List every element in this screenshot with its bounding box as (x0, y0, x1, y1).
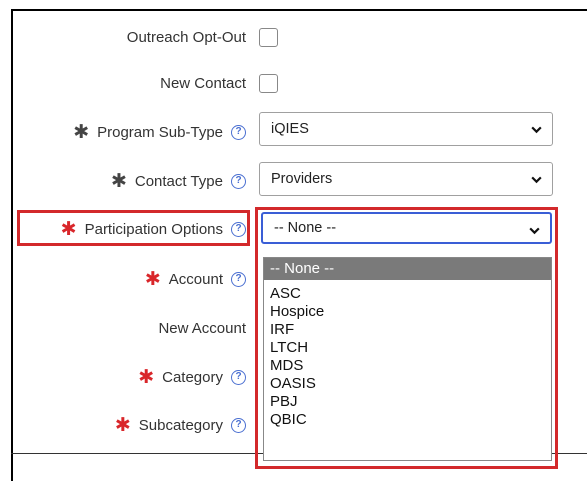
dropdown-option[interactable]: LTCH (264, 339, 551, 357)
category-label: ✱ Category ? (138, 366, 246, 388)
required-asterisk-icon: ✱ (144, 268, 161, 290)
dropdown-option[interactable]: PBJ (264, 393, 551, 411)
chevron-down-icon (531, 126, 542, 134)
program-sub-type-label: ✱ Program Sub-Type ? (73, 121, 246, 143)
help-icon[interactable]: ? (231, 417, 246, 433)
help-icon[interactable]: ? (231, 369, 246, 385)
chevron-down-icon (531, 176, 542, 184)
contact-type-label: ✱ Contact Type ? (111, 170, 246, 192)
participation-options-dropdown[interactable]: -- None -- ASC Hospice IRF LTCH MDS OASI… (263, 257, 552, 461)
help-icon[interactable]: ? (231, 173, 246, 189)
help-icon[interactable]: ? (231, 124, 246, 140)
required-asterisk-icon: ✱ (73, 121, 90, 143)
dropdown-option[interactable]: MDS (264, 357, 551, 375)
new-contact-label: New Contact (160, 74, 246, 92)
help-icon[interactable]: ? (231, 221, 246, 237)
dropdown-option[interactable]: -- None -- (264, 258, 551, 280)
chevron-down-icon (529, 227, 540, 235)
subcategory-label: ✱ Subcategory ? (115, 414, 246, 436)
participation-options-label: ✱ Participation Options ? (61, 218, 246, 240)
dropdown-option[interactable]: OASIS (264, 375, 551, 393)
required-asterisk-icon: ✱ (110, 170, 127, 192)
required-asterisk-icon: ✱ (60, 218, 77, 240)
dropdown-option[interactable]: QBIC (264, 411, 551, 429)
contact-type-select[interactable]: Providers (259, 162, 553, 196)
outreach-opt-out-label: Outreach Opt-Out (126, 28, 246, 46)
help-icon[interactable]: ? (231, 271, 246, 287)
outreach-opt-out-checkbox[interactable] (259, 28, 278, 47)
dropdown-option[interactable]: Hospice (264, 303, 551, 321)
participation-options-select[interactable]: -- None -- (261, 212, 552, 244)
new-account-label: New Account (158, 319, 246, 337)
new-contact-checkbox[interactable] (259, 74, 278, 93)
program-sub-type-select[interactable]: iQIES (259, 112, 553, 146)
account-label: ✱ Account ? (145, 268, 246, 290)
dropdown-option[interactable]: ASC (264, 285, 551, 303)
dropdown-option[interactable]: IRF (264, 321, 551, 339)
required-asterisk-icon: ✱ (114, 414, 131, 436)
required-asterisk-icon: ✱ (138, 366, 155, 388)
